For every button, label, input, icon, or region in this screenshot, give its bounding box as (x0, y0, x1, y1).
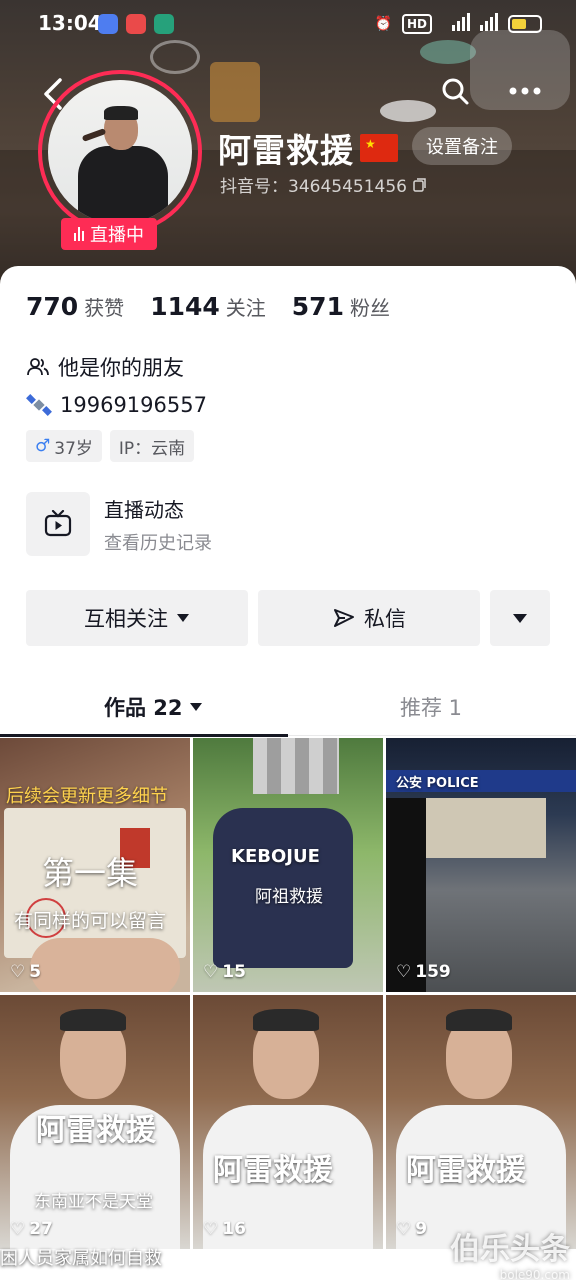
copy-icon (413, 177, 426, 192)
send-icon (334, 609, 354, 627)
like-count: ♡ 15 (203, 962, 246, 982)
like-count: ♡ 159 (396, 962, 451, 982)
mosaic-blur (253, 738, 339, 794)
video-tile[interactable]: 阿雷救援 东南亚不是天堂 ♡ 27 (0, 995, 190, 1249)
video-caption: 阿雷救援 (213, 1153, 333, 1188)
friends-icon (27, 358, 49, 376)
ip-tag: IP：云南 (109, 430, 195, 462)
video-caption: 第一集 (42, 854, 139, 892)
live-badge[interactable]: 直播中 (61, 218, 157, 250)
china-flag-icon: ★ (360, 134, 398, 162)
video-caption: 阿雷救援 (36, 1113, 156, 1148)
live-history-entry[interactable]: 直播动态 查看历史记录 (26, 492, 212, 556)
like-count: ♡ 5 (10, 962, 42, 982)
battery-icon (508, 15, 542, 33)
message-button[interactable]: 私信 (258, 590, 480, 646)
heart-icon: ♡ (203, 1219, 219, 1239)
app-notification-icon (126, 14, 146, 34)
avatar-image (48, 80, 192, 224)
tab-recommend[interactable]: 推荐 1 (400, 692, 462, 722)
app-notification-icon (98, 14, 118, 34)
stat-following[interactable]: 1144 关注 (150, 292, 266, 321)
signal-icon (442, 13, 498, 35)
profile-stats: 770 获赞 1144 关注 571 粉丝 (26, 292, 390, 321)
video-grid: 后续会更新更多细节 第一集 有同样的可以留言 ♡ 5 KEBOJUE 阿祖救援 ♡… (0, 738, 576, 1280)
status-app-icons (98, 14, 174, 34)
status-time: 13:04 (38, 11, 102, 35)
satellite-icon (26, 394, 52, 416)
profile-tags: ♂ 37岁 IP：云南 (26, 430, 195, 462)
video-tile[interactable]: 阿雷救援 ♡ 9 (386, 995, 576, 1249)
content-tabs: 作品 22 推荐 1 (0, 674, 576, 737)
tab-works[interactable]: 作品 22 (104, 692, 203, 722)
douyin-id-text: 抖音号：34645451456 (220, 177, 407, 197)
douyin-id[interactable]: 抖音号：34645451456 (220, 172, 427, 197)
stat-followers[interactable]: 571 粉丝 (292, 292, 390, 321)
video-tile[interactable]: 阿雷救援 ♡ 16 (193, 995, 383, 1249)
status-bar: 13:04 ⏰ HD (0, 0, 576, 52)
police-sign: 公安 POLICE (396, 776, 479, 791)
friend-relation: 他是你的朋友 (26, 352, 184, 382)
heart-icon: ♡ (396, 1219, 412, 1239)
cover-tea-pitcher (210, 62, 260, 122)
caret-down-icon (177, 614, 189, 622)
friend-text: 他是你的朋友 (58, 356, 184, 380)
video-caption: 有同样的可以留言 (14, 910, 167, 932)
live-tv-icon (26, 492, 90, 556)
video-caption: 东南亚不是天堂 (34, 1192, 153, 1212)
heart-icon: ♡ (10, 1219, 26, 1239)
app-notification-icon (154, 14, 174, 34)
live-badge-label: 直播中 (90, 225, 144, 246)
avatar[interactable] (38, 70, 202, 234)
bio-phone: 19969196557 (26, 392, 207, 418)
heart-icon: ♡ (203, 962, 219, 982)
hd-icon: HD (401, 14, 432, 34)
search-button[interactable] (440, 76, 470, 106)
video-caption: 阿祖救援 (255, 887, 323, 907)
active-tab-indicator (0, 734, 288, 737)
like-count: ♡ 16 (203, 1219, 246, 1239)
gender-age-tag: ♂ 37岁 (26, 430, 102, 462)
more-button[interactable] (506, 76, 544, 106)
cover-cup (380, 100, 436, 122)
live-history-subtitle: 查看历史记录 (104, 532, 212, 554)
profile-name: 阿雷救援 (218, 131, 354, 170)
heart-icon: ♡ (396, 962, 412, 982)
stat-likes[interactable]: 770 获赞 (26, 292, 124, 321)
caret-down-icon (189, 703, 202, 711)
bottom-caption: 困人员家属如何自救 (0, 1248, 162, 1269)
video-tile[interactable]: 公安 POLICE ♡ 159 (386, 738, 576, 992)
status-indicators: ⏰ HD (375, 13, 542, 35)
like-count: ♡ 27 (10, 1219, 53, 1239)
alarm-icon: ⏰ (374, 16, 392, 32)
heart-icon: ♡ (10, 962, 26, 982)
male-icon: ♂ (35, 436, 51, 456)
caret-down-icon (513, 613, 527, 623)
set-remark-button[interactable]: 设置备注 (412, 127, 512, 165)
profile-name-row: 阿雷救援 ★ (218, 124, 398, 172)
more-actions-button[interactable] (490, 590, 550, 646)
video-caption: 阿雷救援 (406, 1153, 526, 1188)
like-count: ♡ 9 (396, 1219, 428, 1239)
video-tile[interactable]: 后续会更新更多细节 第一集 有同样的可以留言 ♡ 5 (0, 738, 190, 992)
video-caption: 后续会更新更多细节 (6, 786, 168, 807)
shirt-print: KEBOJUE (231, 846, 320, 867)
mutual-follow-button[interactable]: 互相关注 (26, 590, 248, 646)
watermark: 伯乐头条 bole90.com (450, 1232, 570, 1280)
more-dots-icon (509, 87, 541, 95)
profile-actions: 互相关注 私信 (26, 590, 550, 646)
video-tile[interactable]: KEBOJUE 阿祖救援 ♡ 15 (193, 738, 383, 992)
live-bars-icon (74, 227, 84, 241)
live-history-title: 直播动态 (104, 497, 184, 522)
phone-number: 19969196557 (60, 393, 207, 417)
search-icon (442, 78, 469, 105)
